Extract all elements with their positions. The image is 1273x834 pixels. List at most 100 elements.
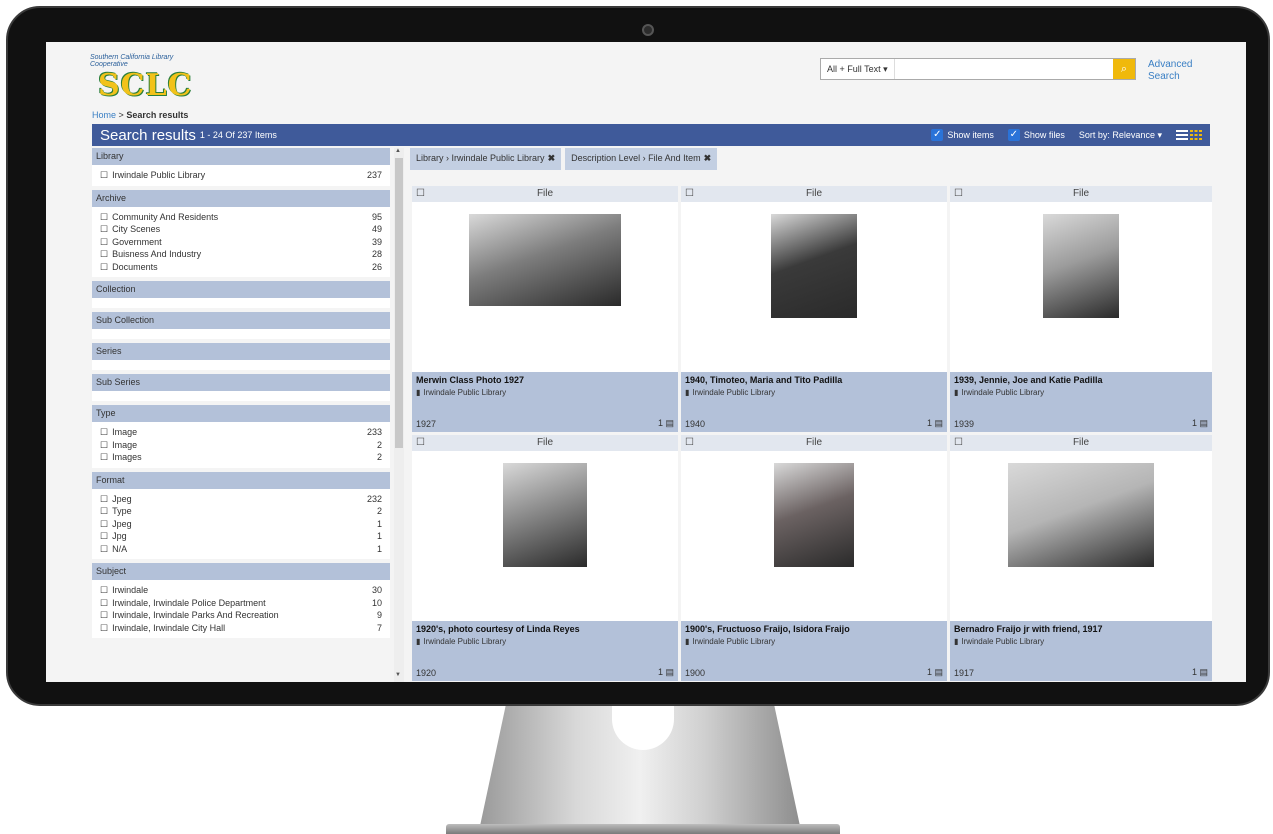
facet-body: [92, 298, 390, 308]
facet-option[interactable]: City Scenes 49: [100, 223, 382, 236]
card-thumbnail[interactable]: [1043, 214, 1119, 318]
checkbox-checked-icon: ✓: [1007, 129, 1020, 141]
facet-option-count: 10: [371, 597, 382, 608]
show-items-toggle[interactable]: ✓ Show items: [931, 129, 994, 141]
facet-option[interactable]: Irwindale 30: [100, 584, 382, 597]
facet-option[interactable]: Irwindale, Irwindale Parks And Recreatio…: [100, 609, 382, 622]
result-card[interactable]: ☐ File Merwin Class Photo 1927 Irwindale Pu…: [412, 186, 678, 432]
facet-option-label: City Scenes: [100, 223, 160, 236]
facet-option[interactable]: N/A 1: [100, 543, 382, 556]
facet-option[interactable]: Irwindale Public Library 237: [100, 169, 382, 182]
bookmark-icon[interactable]: ☐: [954, 186, 963, 202]
facet-option[interactable]: Community And Residents 95: [100, 211, 382, 224]
card-thumbnail[interactable]: [1008, 463, 1154, 567]
scroll-thumb[interactable]: [395, 158, 403, 448]
search-scope-dropdown[interactable]: All + Full Text ▾: [821, 59, 895, 79]
card-title[interactable]: 1900's, Fructuoso Fraijo, Isidora Fraijo: [685, 624, 943, 634]
remove-filter-icon[interactable]: ✖: [548, 153, 556, 163]
bookmark-icon[interactable]: ☐: [685, 435, 694, 451]
facet-option[interactable]: Jpeg 1: [100, 518, 382, 531]
card-header: ☐ File: [950, 435, 1212, 451]
facet-header[interactable]: Collection: [92, 281, 390, 298]
sidebar-scrollbar[interactable]: ▲ ▼: [394, 148, 404, 682]
sclc-logo[interactable]: Southern California Library Cooperative …: [90, 54, 192, 103]
facet-header[interactable]: Type: [92, 405, 390, 422]
card-title[interactable]: 1939, Jennie, Joe and Katie Padilla: [954, 375, 1208, 385]
list-view-icon[interactable]: [1176, 130, 1188, 140]
card-photo-area: [950, 202, 1212, 372]
facet-header[interactable]: Format: [92, 471, 390, 489]
card-photo-area: [681, 451, 947, 621]
facet-header[interactable]: Sub Series: [92, 374, 390, 391]
facet-option[interactable]: Image 233: [100, 426, 382, 439]
facet-option[interactable]: Documents 26: [100, 261, 382, 274]
scroll-up-icon[interactable]: ▲: [395, 148, 401, 154]
monitor-base: [446, 824, 840, 834]
facet-header[interactable]: Sub Collection: [92, 312, 390, 329]
bookmark-icon[interactable]: ☐: [416, 186, 425, 202]
card-thumbnail[interactable]: [771, 214, 857, 318]
bookmark-icon[interactable]: ☐: [416, 435, 425, 451]
advanced-search-link[interactable]: Advanced Search: [1148, 59, 1208, 83]
show-files-toggle[interactable]: ✓ Show files: [1007, 129, 1065, 141]
file-count: 1 ▤: [658, 418, 674, 429]
facet-option[interactable]: Government 39: [100, 236, 382, 249]
card-thumbnail[interactable]: [469, 214, 621, 306]
facet-header[interactable]: Archive: [92, 189, 390, 207]
file-icon: ▤: [662, 418, 674, 428]
result-card[interactable]: ☐ File 1940, Timoteo, Maria and Tito Padil…: [681, 186, 947, 432]
facet-option-count: 2: [376, 506, 382, 516]
card-footer: 1940, Timoteo, Maria and Tito Padilla Irw…: [681, 372, 947, 432]
card-thumbnail[interactable]: [503, 463, 587, 567]
card-header: ☐ File: [681, 186, 947, 202]
facet-header[interactable]: Subject: [92, 563, 390, 580]
result-card[interactable]: ☐ File 1920's, photo courtesy of Linda Rey…: [412, 435, 678, 681]
facet-option[interactable]: Irwindale, Irwindale City Hall 7: [100, 622, 382, 635]
facet-option[interactable]: Image 2: [100, 439, 382, 452]
filter-chip: Library › Irwindale Public Library ✖: [410, 148, 562, 170]
card-footer: 1939, Jennie, Joe and Katie Padilla Irwin…: [950, 372, 1212, 432]
facet-option-count: 2: [376, 439, 382, 450]
grid-view-icon[interactable]: [1190, 130, 1202, 140]
facet-option[interactable]: Irwindale, Irwindale Police Department 10: [100, 597, 382, 610]
card-library: Irwindale Public Library: [954, 637, 1208, 646]
remove-filter-icon[interactable]: ✖: [704, 153, 712, 163]
facet-header[interactable]: Library: [92, 148, 390, 165]
facet-option-label: Image: [100, 439, 137, 452]
sort-dropdown[interactable]: Sort by: Relevance ▾: [1079, 130, 1162, 141]
card-header: ☐ File: [412, 186, 678, 202]
search-icon[interactable]: ⌕: [1113, 59, 1135, 79]
result-card[interactable]: ☐ File 1939, Jennie, Joe and Katie Padilla…: [950, 186, 1212, 432]
facet-option-label: Irwindale, Irwindale City Hall: [100, 622, 225, 635]
card-title[interactable]: 1940, Timoteo, Maria and Tito Padilla: [685, 375, 943, 385]
bookmark-icon[interactable]: ☐: [954, 435, 963, 451]
card-title[interactable]: Bernadro Fraijo jr with friend, 1917: [954, 624, 1208, 634]
facet-body: Jpeg 232 Type 2 Jpeg 1 Jpg 1 N/A 1: [92, 488, 390, 559]
bookmark-icon[interactable]: ☐: [685, 186, 694, 202]
facet-option[interactable]: Type 2: [100, 505, 382, 518]
card-type: File: [805, 188, 823, 199]
file-icon: ▤: [1196, 418, 1208, 428]
card-thumbnail[interactable]: [774, 463, 854, 567]
facet-option[interactable]: Jpg 1: [100, 530, 382, 543]
card-title[interactable]: 1920's, photo courtesy of Linda Reyes: [416, 624, 674, 634]
facet-option[interactable]: Jpeg 232: [100, 493, 382, 506]
facet-option[interactable]: Images 2: [100, 451, 382, 464]
search-input[interactable]: [894, 59, 1113, 79]
card-type: File: [1072, 437, 1090, 448]
file-icon: ▤: [931, 418, 943, 428]
search-bar: All + Full Text ▾ ⌕: [820, 58, 1136, 80]
card-photo-area: [412, 451, 678, 621]
card-title[interactable]: Merwin Class Photo 1927: [416, 375, 674, 385]
facet-body: [92, 329, 390, 339]
breadcrumb-home[interactable]: Home: [92, 110, 116, 120]
card-header: ☐ File: [950, 186, 1212, 202]
facet-body: [92, 360, 390, 370]
facet-option[interactable]: Buisness And Industry 28: [100, 248, 382, 261]
result-card[interactable]: ☐ File Bernadro Fraijo jr with friend, 191…: [950, 435, 1212, 681]
result-card[interactable]: ☐ File 1900's, Fructuoso Fraijo, Isidora F…: [681, 435, 947, 681]
facet-header[interactable]: Series: [92, 343, 390, 360]
scroll-down-icon[interactable]: ▼: [395, 672, 401, 678]
facet-option-label: Irwindale Public Library: [100, 169, 205, 182]
card-type: File: [536, 188, 554, 199]
